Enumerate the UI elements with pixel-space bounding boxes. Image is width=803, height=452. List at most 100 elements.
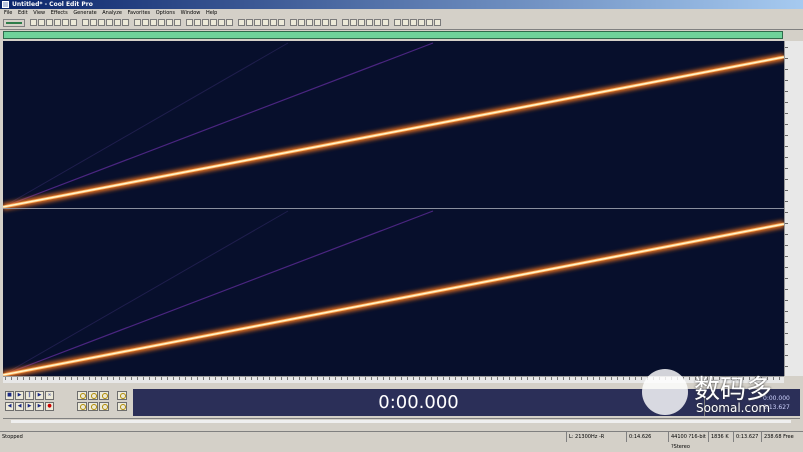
toolbar-button[interactable] [290,19,297,26]
time-tick [335,377,336,380]
time-tick [221,377,222,380]
toolbar-button[interactable] [186,19,193,26]
menu-file[interactable]: File [4,9,12,17]
play-button[interactable]: ▶ [15,391,24,400]
status-format: 44100 ?16-bit ?Stereo [668,432,708,450]
toolbar-button[interactable] [270,19,277,26]
menu-options[interactable]: Options [156,9,175,17]
toolbar-button[interactable] [418,19,425,26]
toolbar-button[interactable] [150,19,157,26]
toolbar-button[interactable] [322,19,329,26]
toolbar-button[interactable] [374,19,381,26]
time-tick [215,377,216,380]
toolbar-button[interactable] [106,19,113,26]
zoom-in-left-icon[interactable] [77,402,87,411]
toolbar-button[interactable] [194,19,201,26]
toolbar-button[interactable] [122,19,129,26]
toolbar-button[interactable] [262,19,269,26]
time-tick [587,377,588,380]
toolbar-button[interactable] [54,19,61,26]
zoom-in-horizontal-icon[interactable] [77,391,87,400]
time-tick [23,377,24,380]
overview-bar[interactable] [3,31,783,39]
time-tick [419,377,420,380]
rewind-button[interactable]: ◀ [15,402,24,411]
toolbar-button[interactable] [426,19,433,26]
toolbar-button[interactable] [134,19,141,26]
toolbar-button[interactable] [366,19,373,26]
menu-generate[interactable]: Generate [73,9,96,17]
go-to-start-button[interactable]: ◀ [5,402,14,411]
ruler-tick [785,322,788,323]
time-tick [515,377,516,380]
stop-button[interactable]: ■ [5,391,14,400]
menu-view[interactable]: View [33,9,45,17]
toolbar-button[interactable] [38,19,45,26]
toolbar-button[interactable] [62,19,69,26]
zoom-out-horizontal-icon[interactable] [88,391,98,400]
toolbar-button[interactable] [278,19,285,26]
toolbar-button[interactable] [158,19,165,26]
zoom-vertical-full-icon[interactable] [117,402,127,411]
ruler-tick [785,212,788,213]
toolbar-button[interactable] [174,19,181,26]
time-tick [287,377,288,380]
menu-help[interactable]: Help [206,9,217,17]
time-tick [503,377,504,380]
zoom-full-icon[interactable] [99,391,109,400]
toolbar-button[interactable] [142,19,149,26]
toolbar-button[interactable] [350,19,357,26]
zoom-out-vertical-icon[interactable] [117,391,127,400]
toolbar-button[interactable] [298,19,305,26]
status-cursor: L: 21300Hz -R [566,432,626,442]
toolbar-button[interactable] [30,19,37,26]
toolbar-button[interactable] [306,19,313,26]
toolbar-button[interactable] [394,19,401,26]
menu-window[interactable]: Window [181,9,201,17]
zoom-in-right-icon[interactable] [88,402,98,411]
toolbar-button[interactable] [70,19,77,26]
time-tick [131,377,132,380]
toolbar-button[interactable] [382,19,389,26]
menu-favorites[interactable]: Favorites [128,9,151,17]
toolbar-button[interactable] [114,19,121,26]
time-tick [311,377,312,380]
pause-button[interactable]: ‖ [25,391,34,400]
go-to-end-button[interactable]: ▶ [35,402,44,411]
toolbar-button[interactable] [238,19,245,26]
toolbar-button[interactable] [218,19,225,26]
fast-forward-button[interactable]: ▶ [25,402,34,411]
toolbar-button[interactable] [46,19,53,26]
ruler-tick [785,278,788,279]
toolbar-button[interactable] [358,19,365,26]
loop-button[interactable]: ∞ [45,391,54,400]
time-tick [5,377,6,380]
record-button[interactable]: ● [45,402,54,411]
toolbar-button[interactable] [410,19,417,26]
play-to-end-button[interactable]: ▶ [35,391,44,400]
menu-edit[interactable]: Edit [18,9,28,17]
toolbar-button[interactable] [226,19,233,26]
time-tick [491,377,492,380]
toolbar-button[interactable] [246,19,253,26]
time-tick [59,377,60,380]
toolbar-button[interactable] [202,19,209,26]
toolbar-button[interactable] [90,19,97,26]
toolbar-button[interactable] [330,19,337,26]
time-tick [305,377,306,380]
zoom-in-vertical-icon[interactable] [99,402,109,411]
toolbar-button[interactable] [98,19,105,26]
toolbar-button[interactable] [166,19,173,26]
menu-effects[interactable]: Effects [51,9,68,17]
toolbar-button[interactable] [434,19,441,26]
toolbar-button[interactable] [254,19,261,26]
view-toggle-button[interactable] [3,19,25,27]
time-tick [461,377,462,380]
toolbar-button[interactable] [82,19,89,26]
time-tick [227,377,228,380]
toolbar-button[interactable] [342,19,349,26]
toolbar-button[interactable] [210,19,217,26]
menu-analyze[interactable]: Analyze [102,9,122,17]
toolbar-button[interactable] [402,19,409,26]
toolbar-button[interactable] [314,19,321,26]
